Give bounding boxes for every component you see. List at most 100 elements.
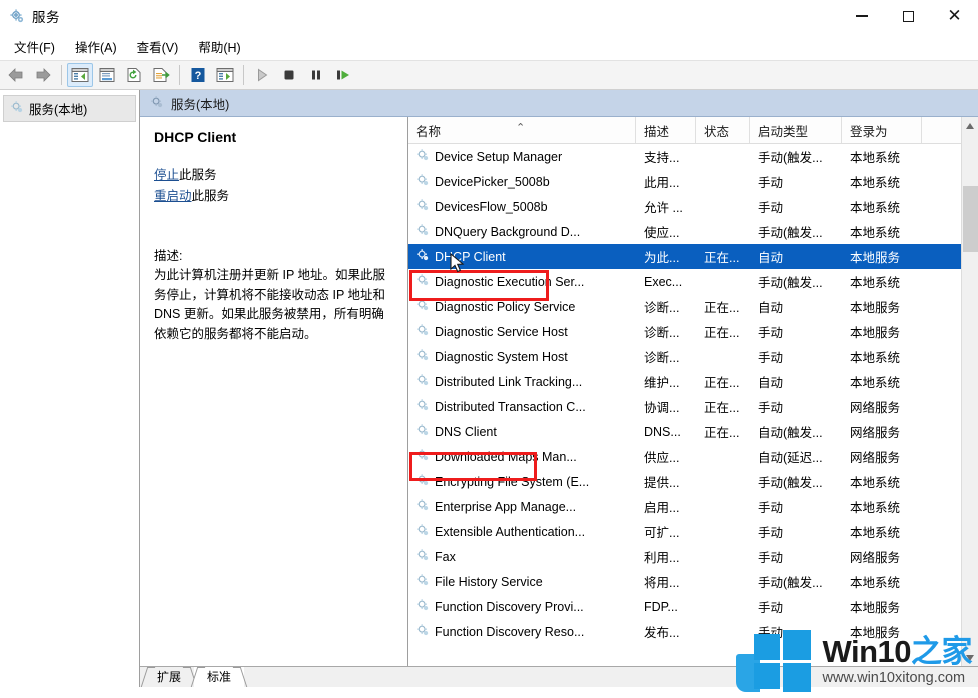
table-row[interactable]: File History Service 将用... 手动(触发... 本地系统: [408, 569, 961, 594]
table-row[interactable]: DHCP Client 为此... 正在... 自动 本地服务: [408, 244, 961, 269]
action-pane-icon: [216, 68, 234, 82]
cell-status: 正在...: [704, 301, 740, 315]
restart-service-button[interactable]: [330, 63, 356, 87]
column-header-logon-label: 登录为: [850, 124, 888, 139]
cell-description: 可扩...: [644, 526, 680, 540]
maximize-button[interactable]: [885, 0, 931, 32]
table-row[interactable]: Diagnostic Execution Ser... Exec... 手动(触发.…: [408, 269, 961, 294]
refresh-button[interactable]: [121, 63, 147, 87]
restart-link-text[interactable]: 重启动: [154, 189, 192, 203]
column-header-name[interactable]: 名称 ⌃: [408, 117, 636, 143]
cell-log-on-as: 本地系统: [850, 376, 901, 390]
services-gear-icon: [416, 573, 430, 590]
service-name-text: Device Setup Manager: [435, 149, 563, 164]
cell-service-name: Encrypting File System (E...: [408, 473, 636, 490]
menu-action[interactable]: 操作(A): [65, 33, 127, 60]
show-action-pane-button[interactable]: [212, 63, 238, 87]
table-row[interactable]: Device Setup Manager 支持... 手动(触发... 本地系统: [408, 144, 961, 169]
cell-startup-type: 自动(触发...: [758, 426, 823, 440]
vertical-scrollbar[interactable]: [961, 117, 978, 666]
table-row[interactable]: Downloaded Maps Man... 供应... 自动(延迟... 网络服务: [408, 444, 961, 469]
start-service-button[interactable]: [249, 63, 275, 87]
service-name-text: DNQuery Background D...: [435, 224, 581, 239]
pause-service-button[interactable]: [303, 63, 329, 87]
forward-button[interactable]: [30, 63, 56, 87]
table-row[interactable]: DNQuery Background D... 使应... 手动(触发... 本地系统: [408, 219, 961, 244]
services-gear-icon: [416, 498, 430, 515]
service-name-text: DNS Client: [435, 424, 497, 439]
service-name-text: Diagnostic Policy Service: [435, 299, 576, 314]
table-row[interactable]: Enterprise App Manage... 启用... 手动 本地系统: [408, 494, 961, 519]
service-name-text: Diagnostic Service Host: [435, 324, 568, 339]
menu-file[interactable]: 文件(F): [4, 33, 65, 60]
back-button[interactable]: [3, 63, 29, 87]
export-list-icon: [153, 68, 170, 82]
cell-description: 利用...: [644, 551, 680, 565]
minimize-icon: [856, 15, 868, 17]
tree-item-services-local[interactable]: 服务(本地): [3, 95, 136, 122]
stop-link-text[interactable]: 停止: [154, 168, 179, 182]
stop-this-service-link[interactable]: 停止此服务: [154, 167, 393, 184]
cell-log-on-as: 网络服务: [850, 401, 901, 415]
scroll-up-button[interactable]: [962, 117, 978, 134]
services-gear-icon: [416, 198, 430, 215]
help-button[interactable]: ?: [185, 63, 211, 87]
cell-startup-type: 自动: [758, 376, 784, 390]
table-row[interactable]: Encrypting File System (E... 提供... 手动(触发..…: [408, 469, 961, 494]
services-gear-icon: [416, 248, 430, 265]
cell-startup-type: 手动(触发...: [758, 476, 823, 490]
list-body: Device Setup Manager 支持... 手动(触发... 本地系统 Dev…: [408, 144, 961, 666]
table-row[interactable]: Extensible Authentication... 可扩... 手动 本地系统: [408, 519, 961, 544]
table-row[interactable]: DevicesFlow_5008b 允许 ... 手动 本地系统: [408, 194, 961, 219]
table-row[interactable]: DevicePicker_5008b 此用... 手动 本地系统: [408, 169, 961, 194]
description-text: 为此计算机注册并更新 IP 地址。如果此服务停止，计算机将不能接收动态 IP 地…: [154, 268, 386, 341]
pane-header: 服务(本地): [140, 90, 978, 117]
services-list: 名称 ⌃ 描述 状态 启动类型 登录为 Device Setup Manager…: [408, 117, 961, 666]
cell-description: 允许 ...: [644, 201, 683, 215]
export-list-button[interactable]: [148, 63, 174, 87]
table-row[interactable]: Distributed Link Tracking... 维护... 正在... 自动…: [408, 369, 961, 394]
cell-status: 正在...: [704, 401, 740, 415]
column-header-status[interactable]: 状态: [696, 117, 750, 143]
table-row[interactable]: Distributed Transaction C... 协调... 正在... 手动…: [408, 394, 961, 419]
cell-description: FDP...: [644, 599, 678, 614]
cell-description: 支持...: [644, 151, 680, 165]
cell-description: 发布...: [644, 626, 680, 640]
properties-button[interactable]: [94, 63, 120, 87]
restart-link-suffix: 此服务: [191, 189, 230, 203]
stop-service-button[interactable]: [276, 63, 302, 87]
maximize-icon: [902, 10, 914, 22]
window-controls: ✕: [839, 0, 978, 32]
table-row[interactable]: Diagnostic Policy Service 诊断... 正在... 自动 本地服…: [408, 294, 961, 319]
column-header-log-on-as[interactable]: 登录为: [842, 117, 922, 143]
show-hide-tree-button[interactable]: [67, 63, 93, 87]
menu-view[interactable]: 查看(V): [127, 33, 189, 60]
cell-startup-type: 手动: [758, 551, 784, 565]
table-row[interactable]: Diagnostic Service Host 诊断... 正在... 手动 本地服务: [408, 319, 961, 344]
table-row[interactable]: Function Discovery Provi... FDP... 手动 本地服务: [408, 594, 961, 619]
tree-item-label: 服务(本地): [29, 103, 88, 117]
restart-this-service-link[interactable]: 重启动此服务: [154, 188, 393, 205]
minimize-button[interactable]: [839, 0, 885, 32]
cell-status: 正在...: [704, 251, 740, 265]
tab-extended[interactable]: 扩展: [144, 667, 194, 687]
table-row[interactable]: Fax 利用... 手动 网络服务: [408, 544, 961, 569]
scrollbar-track[interactable]: [962, 134, 978, 649]
chevron-up-icon: ⌃: [516, 122, 526, 134]
main-content: 服务(本地) 服务(本地) DHCP Client 停止此服务 重启动此服务 描…: [0, 90, 978, 687]
column-header-description[interactable]: 描述: [636, 117, 696, 143]
column-header-startup-type[interactable]: 启动类型: [750, 117, 842, 143]
tab-standard[interactable]: 标准: [194, 667, 245, 687]
cell-startup-type: 自动(延迟...: [758, 451, 823, 465]
cell-description: 将用...: [644, 576, 680, 590]
table-row[interactable]: DNS Client DNS... 正在... 自动(触发... 网络服务: [408, 419, 961, 444]
service-name-text: Function Discovery Provi...: [435, 599, 584, 614]
table-row[interactable]: Diagnostic System Host 诊断... 手动 本地系统: [408, 344, 961, 369]
menu-bar: 文件(F) 操作(A) 查看(V) 帮助(H): [0, 32, 978, 60]
scrollbar-thumb[interactable]: [962, 186, 978, 252]
close-button[interactable]: ✕: [931, 0, 978, 32]
cell-service-name: Diagnostic Service Host: [408, 323, 636, 340]
cell-service-name: Downloaded Maps Man...: [408, 448, 636, 465]
menu-help[interactable]: 帮助(H): [188, 33, 250, 60]
cell-startup-type: 手动: [758, 176, 784, 190]
